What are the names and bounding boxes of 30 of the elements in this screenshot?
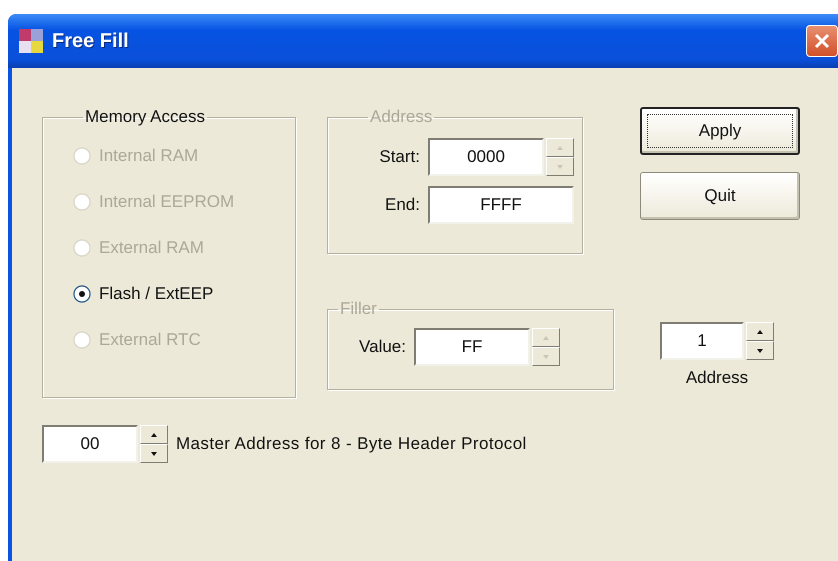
- field-label: Master Address for 8 - Byte Header Protocol: [176, 434, 527, 454]
- spin-up-button[interactable]: [140, 425, 168, 444]
- up-arrow-icon: [543, 336, 549, 340]
- field-label: Address: [686, 368, 748, 388]
- group-title: Memory Access: [84, 107, 206, 127]
- up-arrow-icon: [557, 146, 563, 150]
- spin-up-button[interactable]: [746, 322, 774, 341]
- down-arrow-icon: [557, 164, 563, 168]
- radio-label[interactable]: Flash / ExtEEP: [99, 284, 214, 304]
- master-address-field[interactable]: 00: [42, 425, 138, 463]
- app-icon: [18, 28, 44, 54]
- window-title: Free Fill: [52, 30, 130, 52]
- down-arrow-icon: [543, 354, 549, 358]
- field-label: End:: [384, 195, 421, 215]
- down-arrow-icon: [151, 452, 157, 456]
- up-arrow-icon: [757, 330, 763, 334]
- radio-button[interactable]: [73, 285, 91, 303]
- close-icon: [813, 32, 831, 50]
- spin-down-button[interactable]: [140, 444, 168, 463]
- dialog-button[interactable]: Apply: [640, 107, 800, 155]
- spin-down-button[interactable]: [746, 341, 774, 360]
- group-title: Address: [369, 107, 434, 127]
- field-label: Start:: [378, 147, 421, 167]
- address-field[interactable]: 1: [660, 322, 744, 360]
- close-button[interactable]: [806, 25, 838, 57]
- down-arrow-icon: [757, 348, 763, 352]
- group-title: Filler: [339, 299, 378, 319]
- up-arrow-icon: [151, 432, 157, 436]
- dialog-button[interactable]: Quit: [640, 172, 800, 220]
- field-label: Value:: [358, 337, 407, 357]
